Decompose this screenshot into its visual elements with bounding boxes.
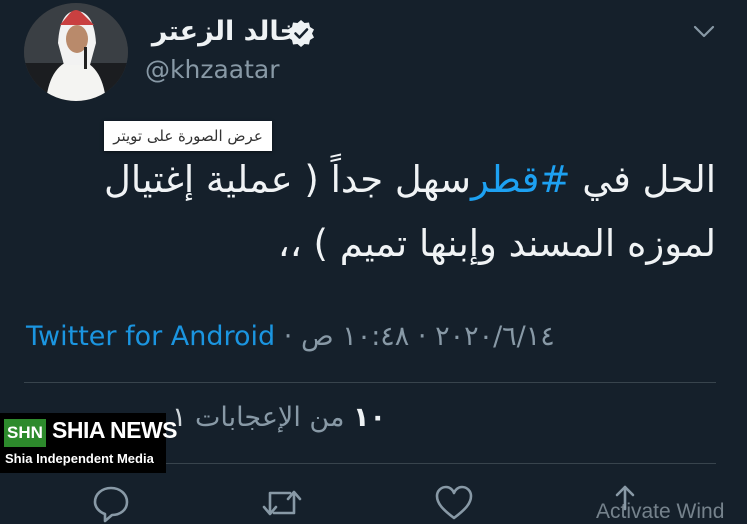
image-alt-tooltip: عرض الصورة على تويتر xyxy=(104,121,272,151)
tweet-card: خالد الزعتر @khzaatar عرض الصورة على توي… xyxy=(0,0,747,523)
reply-icon[interactable] xyxy=(91,483,131,523)
tweet-metadata: Twitter for Android · ٢٠٢٠/٦/١٤ · ١٠:٤٨ … xyxy=(26,321,555,352)
watermark-subtitle: Shia Independent Media xyxy=(5,451,154,466)
divider xyxy=(24,382,716,383)
tweet-time[interactable]: ١٠:٤٨ ص xyxy=(301,321,409,352)
tweet-text-start: الحل في xyxy=(570,158,716,201)
likes-count: ١٠ xyxy=(353,402,386,433)
meta-separator-2: · xyxy=(417,321,427,352)
verified-badge-icon xyxy=(288,20,314,47)
source-link[interactable]: Twitter for Android xyxy=(26,321,275,352)
meta-separator: · xyxy=(283,321,293,352)
likes-label: من الإعجابات xyxy=(195,402,345,433)
author-handle[interactable]: @khzaatar xyxy=(145,55,280,84)
like-icon[interactable] xyxy=(434,483,474,523)
avatar[interactable] xyxy=(24,3,128,101)
avatar-photo xyxy=(24,3,128,101)
tweet-text-line2: لموزه المسند وإبنها تميم ) ،، xyxy=(277,222,716,265)
tweet-text-line1: الحل في #قطرسهل جداً ( عملية إغتيال xyxy=(40,154,716,206)
retweet-icon[interactable] xyxy=(262,483,302,523)
watermark-title: SHIA NEWS xyxy=(52,417,178,443)
author-name[interactable]: خالد الزعتر xyxy=(152,16,299,47)
hashtag-link[interactable]: #قطر xyxy=(471,158,570,201)
shia-news-watermark: SHN SHIA NEWS Shia Independent Media xyxy=(0,413,178,473)
likes-stat[interactable]: ١٠ من الإعجابات xyxy=(195,402,386,433)
chevron-down-icon[interactable] xyxy=(690,18,718,46)
tweet-date[interactable]: ٢٠٢٠/٦/١٤ xyxy=(435,321,555,352)
tweet-text-rest: سهل جداً ( عملية إغتيال xyxy=(104,158,472,201)
watermark-badge: SHN xyxy=(4,419,46,447)
activate-windows-overlay: Activate Wind xyxy=(596,500,725,523)
